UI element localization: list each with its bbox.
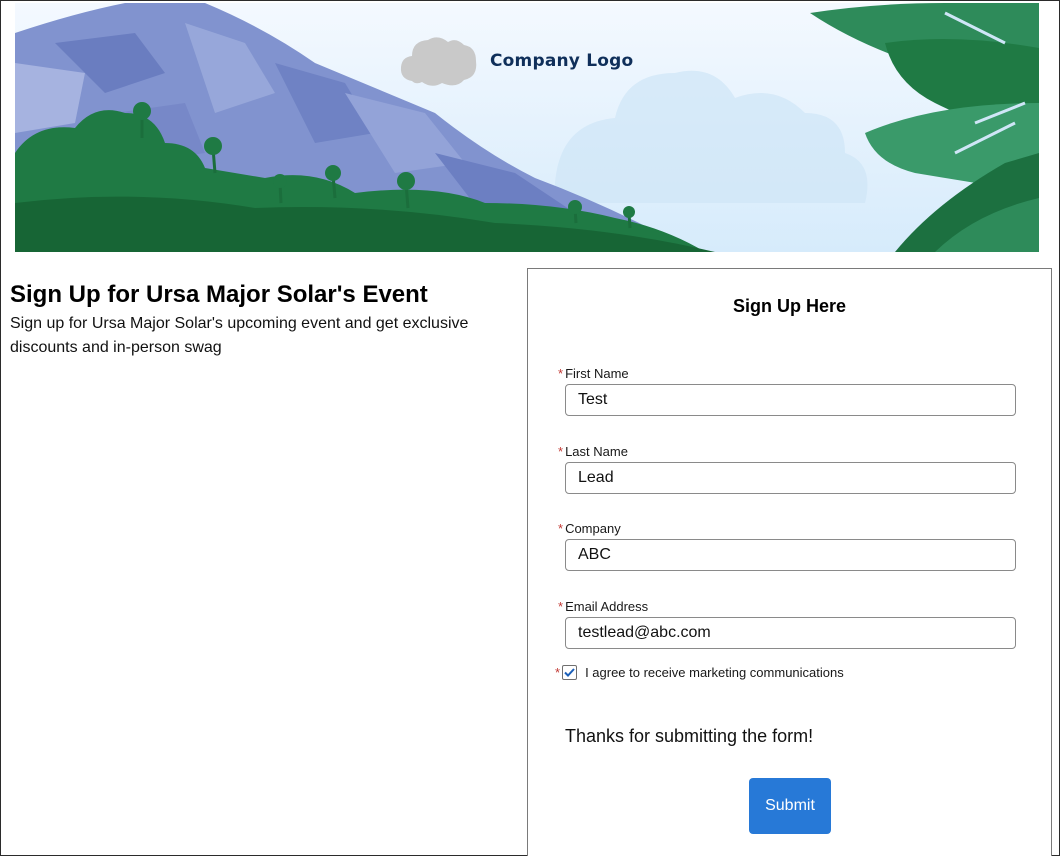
company-label: Company [565,521,621,536]
marketing-consent: * I agree to receive marketing communica… [555,665,844,680]
header-banner: Company Logo [15,3,1039,252]
required-marker: * [555,665,561,680]
form-title: Sign Up Here [732,296,847,316]
email-field: * Email Address [558,599,1016,649]
company-field: * Company [558,521,1016,571]
signup-form-card: Sign Up Here *First Name *Last Name *Com… [527,268,1052,856]
required-marker: * [558,521,564,536]
consent-checkbox[interactable] [562,665,578,680]
first-name-label: First Name [565,366,629,381]
submit-button[interactable]: Submit [749,778,831,834]
last-name-label: Last Name [565,444,628,459]
company-logo: Company Logo [398,33,633,89]
page-description: Sign up for Ursa Major Solar's upcoming … [10,315,469,356]
email-label: Email Address [565,599,649,614]
first-name-input[interactable] [565,384,1016,416]
page-title: Sign Up for Ursa Major Solar's Event [10,281,428,308]
first-name-field: * First Name [558,366,1016,416]
cloud-icon [400,37,477,86]
confirmation-message: Thanks for submitting the form! [565,726,814,746]
company-input[interactable] [565,539,1016,571]
last-name-input[interactable] [565,462,1016,494]
consent-label: I agree to receive marketing communicati… [585,665,844,680]
company-logo-text: Company Logo [490,51,634,71]
last-name-field: * Last Name [558,444,1016,494]
email-input[interactable] [565,617,1016,649]
checkmark-icon [564,668,575,677]
required-marker: * [558,366,564,381]
required-marker: * [558,599,564,614]
required-marker: * [558,444,564,459]
intro-section: Sign Up for Ursa Major Solar's Event Sig… [10,281,510,360]
